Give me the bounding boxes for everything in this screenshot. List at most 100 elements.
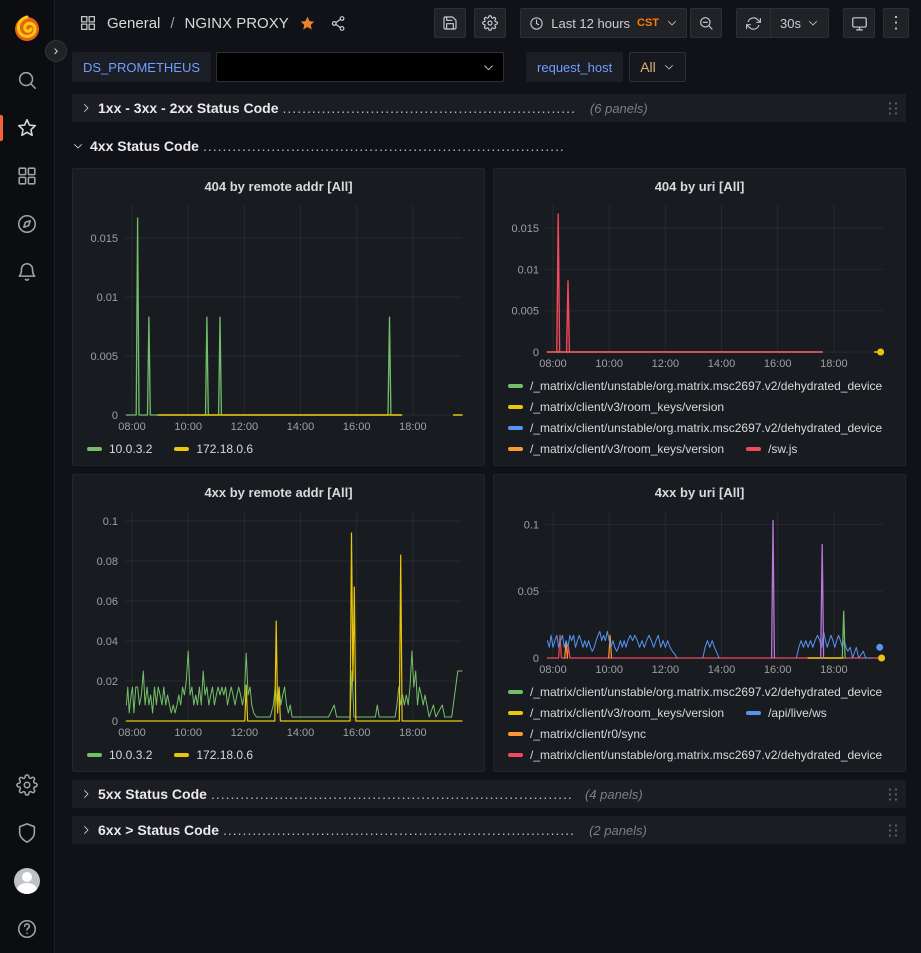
timeseries-chart[interactable]: 08:0010:0012:0014:0016:0018:0000.0050.01… xyxy=(83,197,474,435)
sidebar-item-alerting[interactable] xyxy=(0,248,55,296)
sidebar-item-configuration[interactable] xyxy=(0,761,55,809)
svg-text:18:00: 18:00 xyxy=(399,421,427,433)
svg-text:0.06: 0.06 xyxy=(97,596,118,608)
share-icon[interactable] xyxy=(330,15,347,32)
row-title: 1xx - 3xx - 2xx Status Code xyxy=(98,100,279,116)
breadcrumb: General / NGINX PROXY xyxy=(79,14,347,32)
refresh-button[interactable] xyxy=(737,9,770,37)
row-drag-handle[interactable] xyxy=(886,786,898,802)
sidebar-item-search[interactable] xyxy=(0,56,55,104)
row-4xx[interactable]: 4xx Status Code ........................… xyxy=(72,132,906,160)
legend-item[interactable]: /_matrix/client/unstable/org.matrix.msc2… xyxy=(508,744,882,765)
legend-item[interactable]: /sw.js xyxy=(746,438,797,459)
legend-item[interactable]: /_matrix/client/unstable/org.matrix.msc2… xyxy=(508,681,882,702)
refresh-interval-dropdown[interactable]: 30s xyxy=(770,9,828,37)
legend-item[interactable]: /api/live/ws xyxy=(746,702,827,723)
sidebar xyxy=(0,0,55,953)
panel-title[interactable]: 4xx by uri [All] xyxy=(504,482,895,503)
svg-text:0.1: 0.1 xyxy=(103,516,118,528)
svg-text:14:00: 14:00 xyxy=(287,727,315,739)
svg-text:08:00: 08:00 xyxy=(118,421,146,433)
panel-title[interactable]: 404 by remote addr [All] xyxy=(83,176,474,197)
row-drag-handle[interactable] xyxy=(886,100,898,116)
sidebar-item-explore[interactable] xyxy=(0,200,55,248)
legend-swatch xyxy=(508,753,523,757)
sidebar-item-profile[interactable] xyxy=(0,857,55,905)
ds-prometheus-label[interactable]: DS_PROMETHEUS xyxy=(72,52,211,82)
chevron-right-icon xyxy=(80,824,92,836)
sidebar-item-starred[interactable] xyxy=(0,104,55,152)
svg-text:0.015: 0.015 xyxy=(90,233,118,245)
svg-text:14:00: 14:00 xyxy=(287,421,315,433)
sidebar-item-help[interactable] xyxy=(0,905,55,953)
row-6xx[interactable]: 6xx > Status Code ......................… xyxy=(72,816,906,844)
row-drag-handle[interactable] xyxy=(886,822,898,838)
legend-item[interactable]: 172.18.0.6 xyxy=(174,438,253,459)
legend-swatch xyxy=(746,711,761,715)
row-panel-count: (6 panels) xyxy=(590,101,648,116)
dashboard-grid-icon xyxy=(79,14,97,32)
timeseries-chart[interactable]: 08:0010:0012:0014:0016:0018:0000.020.040… xyxy=(83,503,474,741)
sidebar-item-dashboards[interactable] xyxy=(0,152,55,200)
svg-text:16:00: 16:00 xyxy=(764,358,792,370)
panel-title[interactable]: 4xx by remote addr [All] xyxy=(83,482,474,503)
legend-item[interactable]: /_matrix/client/v3/room_keys/version xyxy=(508,396,724,417)
panel-title[interactable]: 404 by uri [All] xyxy=(504,176,895,197)
legend-item[interactable]: /_matrix/client/v3/room_keys/version xyxy=(508,702,724,723)
legend-item[interactable]: /_matrix/client/r0/sync xyxy=(508,723,646,744)
dashboard-settings-button[interactable] xyxy=(474,8,506,38)
zoom-out-icon xyxy=(698,15,714,31)
favorite-star-icon[interactable] xyxy=(299,15,316,32)
shield-icon xyxy=(16,822,38,844)
panel-404-by-uri: 404 by uri [All] 08:0010:0012:0014:0016:… xyxy=(493,168,906,466)
row-5xx[interactable]: 5xx Status Code ........................… xyxy=(72,780,906,808)
legend-label: /sw.js xyxy=(768,442,797,456)
save-icon xyxy=(442,15,458,31)
chevron-right-icon xyxy=(80,102,92,114)
avatar xyxy=(14,868,40,894)
refresh-icon xyxy=(746,16,761,31)
compass-icon xyxy=(16,213,38,235)
legend-item[interactable]: 10.0.3.2 xyxy=(87,438,152,459)
kiosk-mode-button[interactable] xyxy=(843,8,875,38)
request-host-label[interactable]: request_host xyxy=(526,52,623,82)
more-options-button[interactable]: ⋮ xyxy=(883,8,909,38)
row-title: 6xx > Status Code xyxy=(98,822,219,838)
panel-4xx-by-uri: 4xx by uri [All] 08:0010:0012:0014:0016:… xyxy=(493,474,906,772)
legend: /_matrix/client/unstable/org.matrix.msc2… xyxy=(504,372,895,461)
svg-text:0.05: 0.05 xyxy=(518,586,539,598)
dashboard-content: 1xx - 3xx - 2xx Status Code ............… xyxy=(55,88,921,953)
legend-item[interactable]: 10.0.3.2 xyxy=(87,744,152,765)
row-1xx-3xx-2xx[interactable]: 1xx - 3xx - 2xx Status Code ............… xyxy=(72,94,906,122)
request-host-value-dropdown[interactable]: All xyxy=(629,52,686,82)
legend-item[interactable]: /_matrix/client/unstable/org.matrix.msc2… xyxy=(508,375,882,396)
request-host-value: All xyxy=(640,59,656,75)
ds-prometheus-value-dropdown[interactable] xyxy=(216,52,504,82)
breadcrumb-section[interactable]: General xyxy=(107,15,160,32)
star-icon xyxy=(16,117,38,139)
timeseries-chart[interactable]: 08:0010:0012:0014:0016:0018:0000.0050.01… xyxy=(504,197,895,372)
svg-text:0.02: 0.02 xyxy=(97,676,118,688)
svg-text:16:00: 16:00 xyxy=(764,664,792,676)
save-dashboard-button[interactable] xyxy=(434,8,466,38)
legend-item[interactable]: 172.18.0.6 xyxy=(174,744,253,765)
svg-text:08:00: 08:00 xyxy=(539,664,567,676)
panels-grid: 404 by remote addr [All] 08:0010:0012:00… xyxy=(72,168,906,772)
legend-item[interactable]: /_matrix/client/v3/room_keys/version xyxy=(508,438,724,459)
timeseries-chart[interactable]: 08:0010:0012:0014:0016:0018:0000.050.1 xyxy=(504,503,895,678)
zoom-out-button[interactable] xyxy=(690,8,722,38)
header: General / NGINX PROXY Last 12 hours CST … xyxy=(55,0,921,46)
legend-item[interactable]: /_matrix/client/unstable/org.matrix.msc2… xyxy=(508,417,882,438)
row-title-leader: ........................................… xyxy=(211,786,571,802)
legend-label: /api/live/ws xyxy=(768,706,827,720)
time-range-picker[interactable]: Last 12 hours CST xyxy=(520,8,687,38)
sidebar-expand-button[interactable]: › xyxy=(45,40,67,62)
legend-swatch xyxy=(508,426,523,430)
breadcrumb-dashboard-title[interactable]: NGINX PROXY xyxy=(185,15,289,32)
sidebar-item-server-admin[interactable] xyxy=(0,809,55,857)
svg-text:08:00: 08:00 xyxy=(539,358,567,370)
legend-swatch xyxy=(508,447,523,451)
legend-swatch xyxy=(746,447,761,451)
refresh-interval-label: 30s xyxy=(780,16,801,31)
row-title: 5xx Status Code xyxy=(98,786,207,802)
